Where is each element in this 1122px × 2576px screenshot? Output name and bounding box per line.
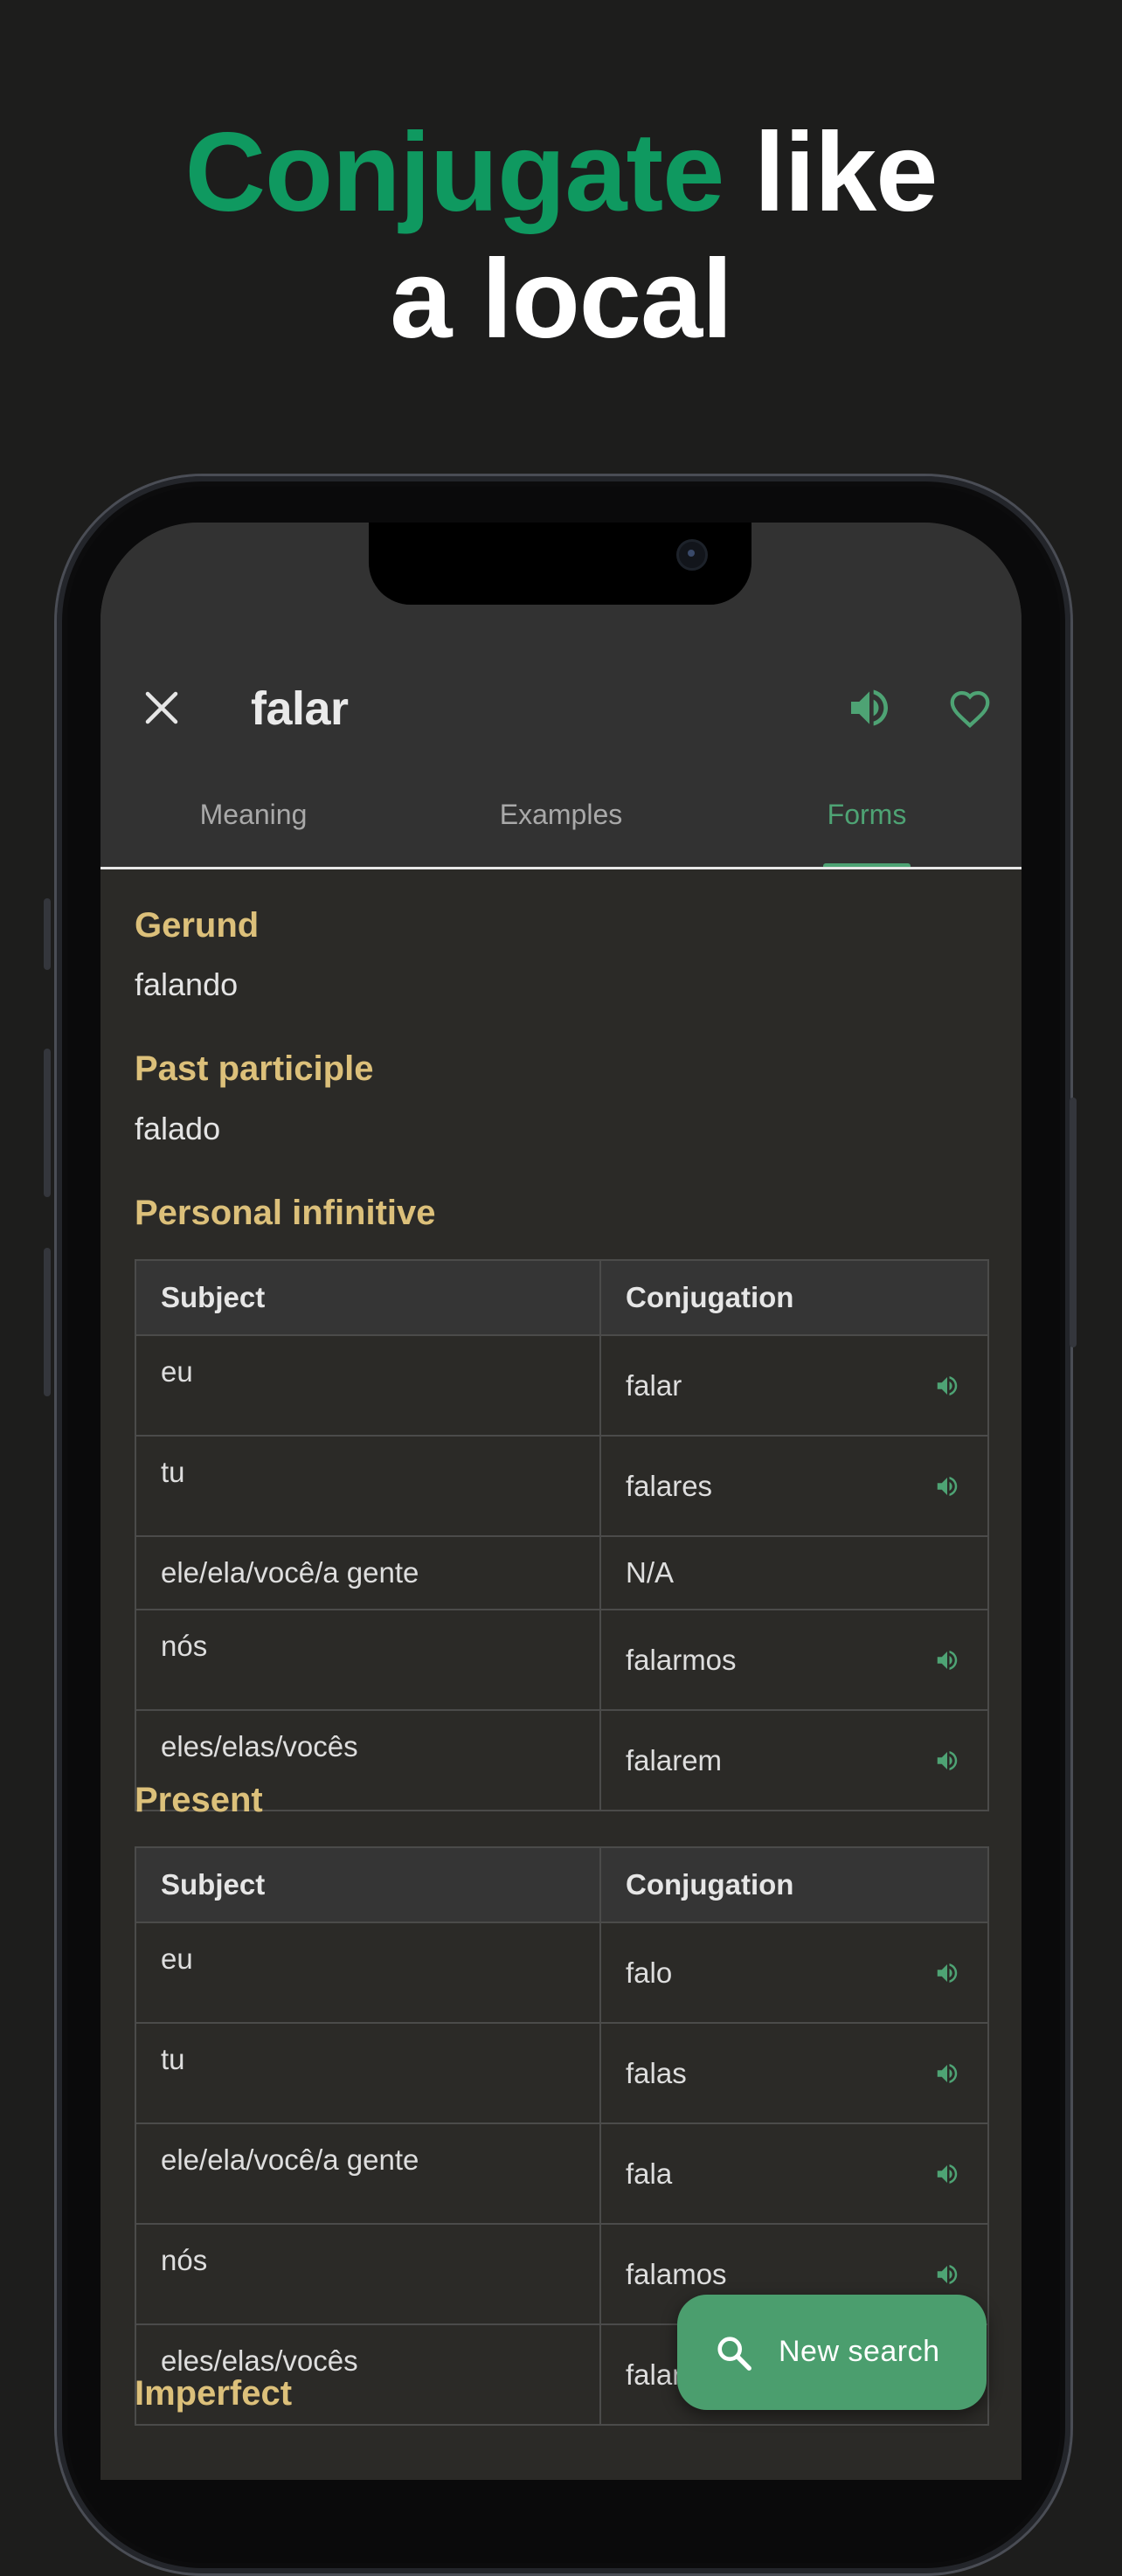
new-search-button[interactable]: New search [677,2295,987,2410]
conjugation-cell[interactable]: falarem [599,1709,989,1811]
tab-divider [100,867,1022,869]
close-icon[interactable] [142,689,181,727]
column-header-conjugation: Conjugation [599,1846,989,1923]
conjugation-cell[interactable]: falar [599,1334,989,1437]
subject-cell: eu [135,1922,601,2024]
marketing-headline: Conjugate like a local [0,109,1122,363]
search-icon [717,2337,751,2371]
heart-icon[interactable] [946,685,994,732]
subject-cell: tu [135,2022,601,2124]
conjugation-text: falamos [626,2257,727,2290]
tab-examples[interactable]: Examples [461,799,661,831]
speaker-icon[interactable] [933,2261,961,2288]
column-header-conjugation: Conjugation [599,1259,989,1336]
headline-line2: a local [390,237,732,362]
conjugation-text: falarmos [626,1643,737,1676]
section-title-personal-infinitive: Personal infinitive [135,1194,436,1232]
new-search-label: New search [779,2335,940,2368]
headline-accent: Conjugate [184,110,725,235]
conjugation-cell: N/A [599,1535,989,1610]
section-title-gerund: Gerund [135,906,260,945]
speaker-icon[interactable] [933,2060,961,2087]
table-header-row: Subject Conjugation [135,1846,989,1923]
table-row: nós falarmos [135,1609,989,1711]
subject-cell: eu [135,1334,601,1437]
speaker-icon[interactable] [933,1748,961,1774]
app-screen: falar Meaning Examples Forms Gerund fala… [100,523,1022,2480]
column-header-subject: Subject [135,1259,601,1336]
past-participle-value: falado [135,1111,221,1146]
gerund-value: falando [135,966,239,1002]
phone-side-button [44,1248,51,1396]
word-title: falar [251,682,349,735]
table-row: tu falares [135,1435,989,1537]
conjugation-text: fala [626,2157,673,2190]
conjugation-text: falares [626,1469,713,1502]
subject-cell: nós [135,1609,601,1711]
speaker-icon[interactable] [933,1373,961,1399]
subject-cell: ele/ela/você/a gente [135,1535,601,1610]
table-row: eu falo [135,1922,989,2024]
conjugation-text: falarem [626,1743,723,1776]
subject-cell: nós [135,2223,601,2325]
personal-infinitive-table: Subject Conjugation eu falar tu falares … [135,1259,989,1811]
notch [369,523,751,605]
speaker-icon[interactable] [933,1647,961,1673]
phone-side-button [44,1049,51,1197]
section-title-imperfect: Imperfect [135,2374,293,2413]
conjugation-cell[interactable]: falarmos [599,1609,989,1711]
tab-meaning[interactable]: Meaning [153,799,354,831]
speaker-icon[interactable] [933,2161,961,2187]
table-row: eles/elas/vocês falarem [135,1709,989,1811]
conjugation-cell[interactable]: falares [599,1435,989,1537]
subject-cell: ele/ela/você/a gente [135,2122,601,2225]
headline-line1-rest: like [724,110,938,235]
table-row: eu falar [135,1334,989,1437]
speaker-icon[interactable] [933,1960,961,1986]
speaker-icon[interactable] [933,1473,961,1499]
phone-side-button [1070,1098,1077,1347]
section-title-past-participle: Past participle [135,1049,374,1088]
subject-cell: tu [135,1435,601,1537]
column-header-subject: Subject [135,1846,601,1923]
speaker-icon[interactable] [845,683,894,732]
tab-forms[interactable]: Forms [766,799,967,831]
conjugation-cell[interactable]: fala [599,2122,989,2225]
table-header-row: Subject Conjugation [135,1259,989,1336]
conjugation-text: falo [626,1956,673,1989]
conjugation-text: falar [626,1368,682,1402]
phone-side-button [44,898,51,970]
conjugation-cell[interactable]: falas [599,2022,989,2124]
table-row: ele/ela/você/a gente N/A [135,1535,989,1610]
front-camera [676,539,708,571]
conjugation-text: falas [626,2056,687,2089]
conjugation-cell[interactable]: falo [599,1922,989,2024]
section-title-present: Present [135,1781,263,1819]
table-row: ele/ela/você/a gente fala [135,2122,989,2225]
table-row: tu falas [135,2022,989,2124]
